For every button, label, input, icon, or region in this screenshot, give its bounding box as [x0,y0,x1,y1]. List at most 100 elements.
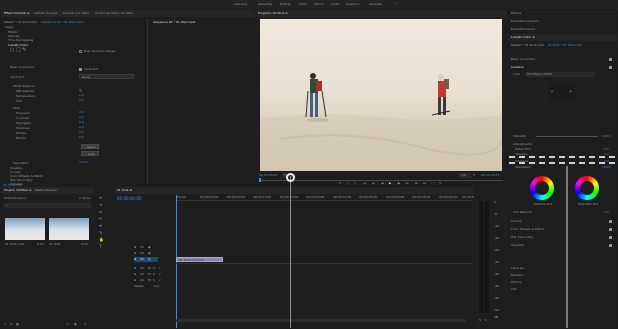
video-frame[interactable] [260,19,502,171]
pen-tool-icon[interactable]: ✎ [99,231,102,235]
workspace-audio[interactable]: Audio [331,3,340,6]
basic-correction-toggle[interactable] [609,58,612,61]
saturation-value-right[interactable]: 100.0 [602,166,611,169]
effect-time-remapping[interactable]: Time Remapping [8,38,33,42]
track-v1-header[interactable]: ▪ V1 ◉ [134,257,158,262]
workspace-graphics[interactable]: Graphics [346,3,359,6]
curves-toggle[interactable] [609,220,612,223]
basic-correction-header[interactable]: Basic Correction [10,65,34,69]
tab-project[interactable]: Project: Untitled ≡ [4,189,32,192]
go-to-out-button[interactable]: ▸| [406,182,409,185]
solo-icon[interactable]: S [153,273,155,276]
eye-icon[interactable]: ◉ [148,258,151,261]
tint-value[interactable]: 0.0 [79,99,84,102]
white-balance-header[interactable]: White Balance [13,84,35,88]
resolution-dropdown[interactable]: 1/2 [459,173,471,178]
program-monitor-title[interactable]: Program: 01 Shot ≡ [258,12,288,15]
intensity-slider[interactable] [536,136,598,137]
color-wheels-toggle[interactable] [609,228,612,231]
clip-thumbnail[interactable] [5,218,45,240]
export-frame-button[interactable]: ⬚ [431,182,434,185]
mute-icon[interactable]: M [148,279,151,282]
selection-tool-icon[interactable]: ➤ [99,196,102,200]
look-dropdown[interactable]: Fuji Eterna 250D [525,72,595,77]
mask-rectangle-icon[interactable]: □ [16,48,21,53]
mic-icon[interactable]: ♪ [159,267,161,270]
intensity-value[interactable]: 100.0 [602,135,611,138]
mute-icon[interactable]: M [148,267,151,270]
essential-graphics-tab[interactable]: Essential Graphics [511,20,539,23]
play-back-button[interactable]: ◀ [381,182,383,185]
creative-toggle[interactable] [609,66,612,69]
track-v3-header[interactable]: ▪ V3 ◉ [134,245,158,250]
track-toggle-icon[interactable]: ▪ [134,279,136,282]
tone-header[interactable]: Tone [13,106,20,110]
solo-icon[interactable]: S [153,267,155,270]
ripple-edit-tool-icon[interactable]: ⇔ [99,210,102,214]
lumetri-source[interactable]: Master * 01 Shot.mp4 [511,44,544,47]
creative-section-header[interactable]: Creative [511,66,524,69]
look-prev-icon[interactable]: ◂ [551,90,553,93]
lumetri-title[interactable]: Lumetri Color ≡ [511,36,535,39]
tab-audio-clip-mixer[interactable]: Audio Clip Mixer: 01 Shot [95,12,133,15]
mask-ellipse-icon[interactable]: ○ [10,48,14,53]
new-bin-icon[interactable]: ▭ [66,323,69,326]
hand-tool-icon[interactable]: ✋ [99,238,104,242]
workspace-effects[interactable]: Effects [314,3,324,6]
shadows-value[interactable]: 0.0 [79,126,84,129]
meter-solo-right-button[interactable]: S [485,319,487,322]
track-a3-header[interactable]: ▪ A3 M S ♪ [134,278,170,283]
slip-tool-icon[interactable]: ⇹ [99,224,102,228]
extract-button[interactable]: ⊟ [423,182,426,185]
timeline-clip-v1[interactable]: 01 Shot.mp4 [V] [176,257,223,262]
timeline-horizontal-scrollbar[interactable] [176,319,466,322]
tint-balance-value[interactable]: 0.0 [604,211,609,214]
workspace-libraries[interactable]: Libraries [369,3,382,6]
essential-sound-tab[interactable]: Essential Sound [511,28,535,31]
track-select-tool-icon[interactable]: ⇥ [99,203,102,207]
hsl-toggle[interactable] [609,236,612,239]
timeline-tab[interactable]: 01 Shot ≡ [117,189,132,192]
trash-icon[interactable]: ✕ [84,323,87,326]
track-toggle-icon[interactable]: ▪ [134,246,136,249]
workspace-assembly[interactable]: Assembly [258,3,272,6]
pencil-icon[interactable]: ✎ [4,323,7,326]
temperature-value[interactable]: 0.0 [79,94,84,97]
mask-pen-icon[interactable]: ✎ [22,48,26,53]
project-search-input[interactable]: ⌕ [4,203,91,208]
whites-value[interactable]: 0.0 [79,131,84,134]
step-forward-button[interactable]: |▶ [397,182,400,185]
basic-correction-section[interactable]: Basic Correction [511,58,535,61]
auto-button[interactable]: Auto [81,151,99,156]
faded-film-value[interactable]: 0.0 [604,148,609,151]
master-track-value[interactable]: 0.0 [154,285,159,288]
go-to-in-button[interactable]: |◂ [363,182,366,185]
mark-in-button[interactable]: { [347,182,349,185]
master-clip-label[interactable]: Master * 01 Shot.mp4 [4,21,37,24]
highlight-tint-wheel[interactable] [575,176,599,200]
list-view-icon[interactable]: ≡ [10,323,13,326]
markers-tab[interactable]: Markers [511,274,523,277]
time-ruler[interactable]: 00:00 00:00:05:00 00:00:10:00 00:00:15:0… [176,195,480,201]
wrench-icon[interactable]: ✎ [473,174,476,177]
track-toggle-icon[interactable]: ▪ [134,252,136,255]
timeline-timecode[interactable]: 00:00:00:00 [117,197,141,201]
lumetri-clip[interactable]: 01 Shot * 01 Shot.mp4 [548,44,582,47]
lift-button[interactable]: ⊞ [415,182,418,185]
sequence-clip-label[interactable]: Sequence 01 * 01 Shot.mp4 [41,21,83,24]
new-item-icon[interactable]: ▣ [74,323,77,326]
meter-solo-left-button[interactable]: S [479,319,481,322]
add-marker-button[interactable]: ▾ [339,182,341,185]
tab-media-browser[interactable]: Media Browser [35,189,57,192]
track-toggle-icon[interactable]: ▪ [134,258,136,261]
track-a1-header[interactable]: ▪ A1 M S ♪ [134,266,170,271]
workspace-color[interactable]: Color [299,3,307,6]
history-tab[interactable]: History [511,281,522,284]
track-a2-header[interactable]: ▪ A2 M S ♪ [134,272,170,277]
saturation-value[interactable]: 100.0 [79,161,88,164]
razor-tool-icon[interactable]: ✂ [99,217,102,221]
icon-view-icon[interactable]: ▦ [16,323,19,326]
vignette-header[interactable]: Vignette [511,244,524,247]
tab-source[interactable]: Source: (no clips) [63,12,89,15]
clip-name[interactable]: 01 Shot.mp4 [5,243,24,246]
